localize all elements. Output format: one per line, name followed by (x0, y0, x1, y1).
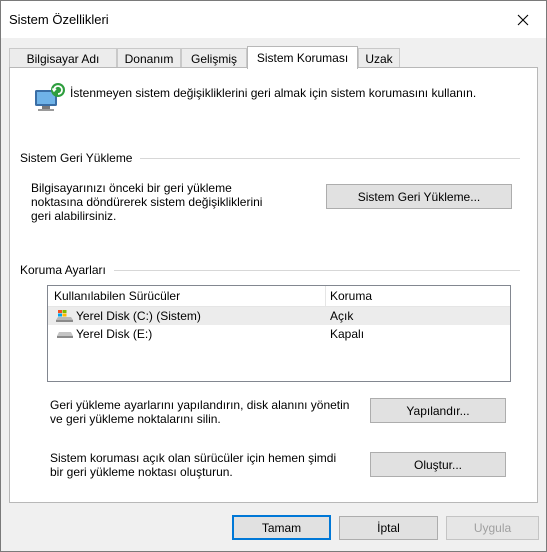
tab-computer-name[interactable]: Bilgisayar Adı (9, 48, 117, 68)
system-protection-panel: İstenmeyen sistem değişikliklerini geri … (9, 67, 538, 503)
ok-button[interactable]: Tamam (232, 515, 331, 540)
system-restore-button[interactable]: Sistem Geri Yükleme... (326, 184, 512, 209)
restore-description: Bilgisayarınızı önceki bir geri yükleme … (31, 181, 263, 223)
drive-row-e[interactable]: Yerel Disk (E:) Kapalı (48, 325, 510, 343)
column-header-drives[interactable]: Kullanılabilen Sürücüler (54, 289, 180, 303)
protection-group-label: Koruma Ayarları (20, 263, 114, 277)
drive-name: Yerel Disk (C:) (Sistem) (76, 309, 201, 323)
drive-protection-status: Açık (330, 309, 354, 323)
title-bar[interactable]: Sistem Özellikleri (1, 1, 546, 38)
column-header-protection[interactable]: Koruma (330, 289, 372, 303)
configure-button[interactable]: Yapılandır... (370, 398, 506, 423)
close-button[interactable] (500, 1, 546, 38)
tab-remote[interactable]: Uzak (358, 48, 400, 68)
drive-row-c[interactable]: Yerel Disk (C:) (Sistem) Açık (48, 307, 510, 325)
create-description: Sistem koruması açık olan sürücüler için… (50, 451, 337, 479)
system-drive-icon (56, 310, 73, 322)
cancel-button[interactable]: İptal (339, 516, 438, 540)
window-title: Sistem Özellikleri (9, 12, 109, 27)
tab-system-protection[interactable]: Sistem Koruması (247, 46, 358, 69)
apply-button[interactable]: Uygula (446, 516, 539, 540)
drive-protection-status: Kapalı (330, 327, 365, 341)
tab-hardware[interactable]: Donanım (117, 48, 181, 68)
tab-advanced[interactable]: Gelişmiş (181, 48, 247, 68)
drive-icon (57, 332, 73, 338)
drives-list[interactable]: Kullanılabilen Sürücüler Koruma Yerel Di… (47, 285, 511, 382)
restore-group-label: Sistem Geri Yükleme (20, 151, 141, 165)
close-icon (517, 14, 529, 25)
system-protection-icon (35, 83, 65, 111)
tab-strip: Bilgisayar Adı Donanım Gelişmiş Sistem K… (9, 46, 540, 69)
configure-description: Geri yükleme ayarlarını yapılandırın, di… (50, 398, 350, 426)
column-separator[interactable] (325, 286, 326, 306)
create-button[interactable]: Oluştur... (370, 452, 506, 477)
drives-list-header: Kullanılabilen Sürücüler Koruma (48, 286, 510, 307)
drive-name: Yerel Disk (E:) (76, 327, 153, 341)
system-properties-window: Sistem Özellikleri Bilgisayar Adı Donanı… (0, 0, 547, 552)
intro-text: İstenmeyen sistem değişikliklerini geri … (70, 86, 477, 100)
